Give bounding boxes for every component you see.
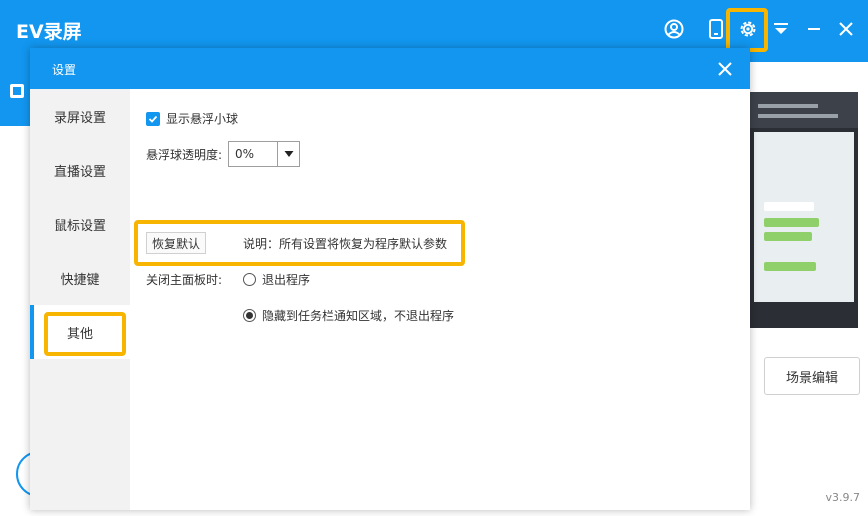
- screen-preview: [750, 92, 858, 328]
- radio-exit-program[interactable]: 退出程序: [243, 271, 310, 288]
- scene-edit-button[interactable]: 场景编辑: [764, 357, 860, 395]
- version-label: v3.9.7: [825, 491, 861, 504]
- radio-hide-to-tray-indicator[interactable]: [243, 309, 256, 322]
- restore-highlight: [134, 220, 465, 266]
- nav-item-hotkeys[interactable]: 快捷键: [30, 251, 130, 305]
- opacity-row: 悬浮球透明度: 0%: [146, 141, 301, 167]
- opacity-label: 悬浮球透明度:: [146, 147, 223, 162]
- nav-item-record-settings[interactable]: 录屏设置: [30, 89, 130, 143]
- show-float-ball-checkbox[interactable]: [146, 111, 160, 126]
- dialog-title: 设置: [52, 63, 77, 77]
- show-float-ball-label: 显示悬浮小球: [166, 112, 239, 126]
- main-sidebar-active-tab[interactable]: [0, 62, 30, 126]
- preview-bubble: [764, 218, 819, 227]
- preview-bubble: [764, 232, 812, 241]
- opacity-select[interactable]: 0%: [228, 141, 301, 167]
- dropdown-icon[interactable]: [770, 18, 792, 40]
- settings-dialog: 设置 录屏设置 直播设置 鼠标设置 快捷键 其他 显示悬浮小球 悬浮球透明度: …: [30, 48, 750, 510]
- mobile-icon[interactable]: [705, 18, 727, 40]
- radio-hide-to-tray-label: 隐藏到任务栏通知区域，不退出程序: [262, 309, 455, 323]
- dialog-close-icon[interactable]: [716, 60, 734, 78]
- preview-chat: [754, 132, 854, 302]
- nav-item-live-settings[interactable]: 直播设置: [30, 143, 130, 197]
- radio-exit-program-label: 退出程序: [262, 273, 311, 287]
- preview-header: [750, 92, 858, 128]
- settings-highlight: [726, 8, 768, 52]
- other-settings-panel: 显示悬浮小球 悬浮球透明度: 0% 恢复默认 说明：所有设置将恢复为程序默认参数…: [130, 89, 750, 510]
- radio-hide-to-tray[interactable]: 隐藏到任务栏通知区域，不退出程序: [243, 307, 454, 324]
- settings-nav: 录屏设置 直播设置 鼠标设置 快捷键 其他: [30, 89, 130, 510]
- close-icon[interactable]: [835, 18, 857, 40]
- show-float-ball-row[interactable]: 显示悬浮小球: [146, 110, 238, 127]
- preview-bubble: [764, 202, 814, 211]
- nav-item-mouse-settings[interactable]: 鼠标设置: [30, 197, 130, 251]
- grid-icon: [10, 84, 24, 98]
- minimize-icon[interactable]: [803, 18, 825, 40]
- user-circle-icon[interactable]: [663, 18, 685, 40]
- preview-line: [758, 104, 818, 108]
- close-panel-label: 关闭主面板时:: [146, 273, 223, 287]
- radio-exit-program-indicator[interactable]: [243, 273, 256, 286]
- opacity-value: 0%: [235, 147, 255, 161]
- app-title: EV录屏: [16, 21, 82, 43]
- dialog-header: 设置: [30, 48, 750, 89]
- other-highlight: [44, 312, 126, 356]
- preview-bubble: [764, 262, 816, 271]
- chevron-down-icon[interactable]: [277, 142, 299, 166]
- preview-line: [758, 114, 838, 118]
